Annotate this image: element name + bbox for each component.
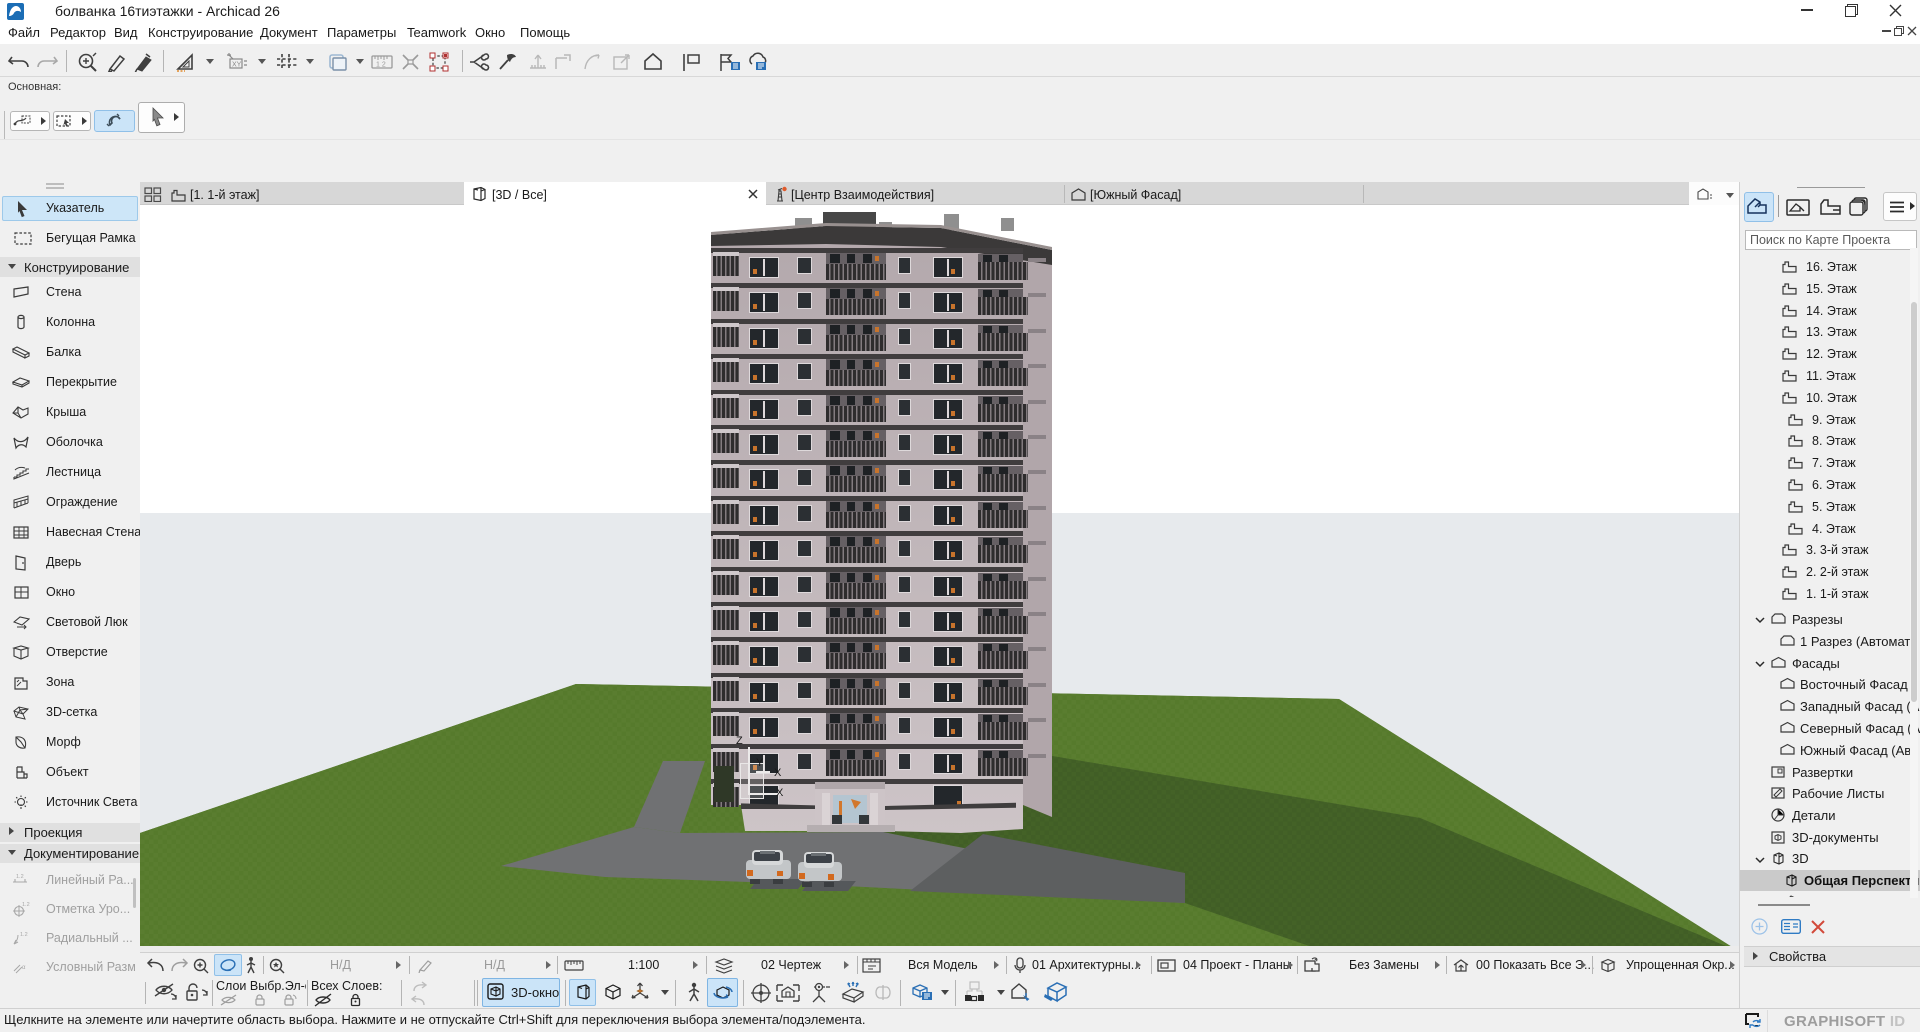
svg-text:α: α bbox=[22, 965, 26, 971]
svg-text:1.2: 1.2 bbox=[22, 902, 30, 908]
svg-text:1.2: 1.2 bbox=[16, 874, 24, 880]
svg-text:1 2: 1 2 bbox=[376, 62, 386, 69]
svg-text:XY: XY bbox=[232, 62, 242, 69]
svg-text:1.2: 1.2 bbox=[20, 932, 28, 938]
